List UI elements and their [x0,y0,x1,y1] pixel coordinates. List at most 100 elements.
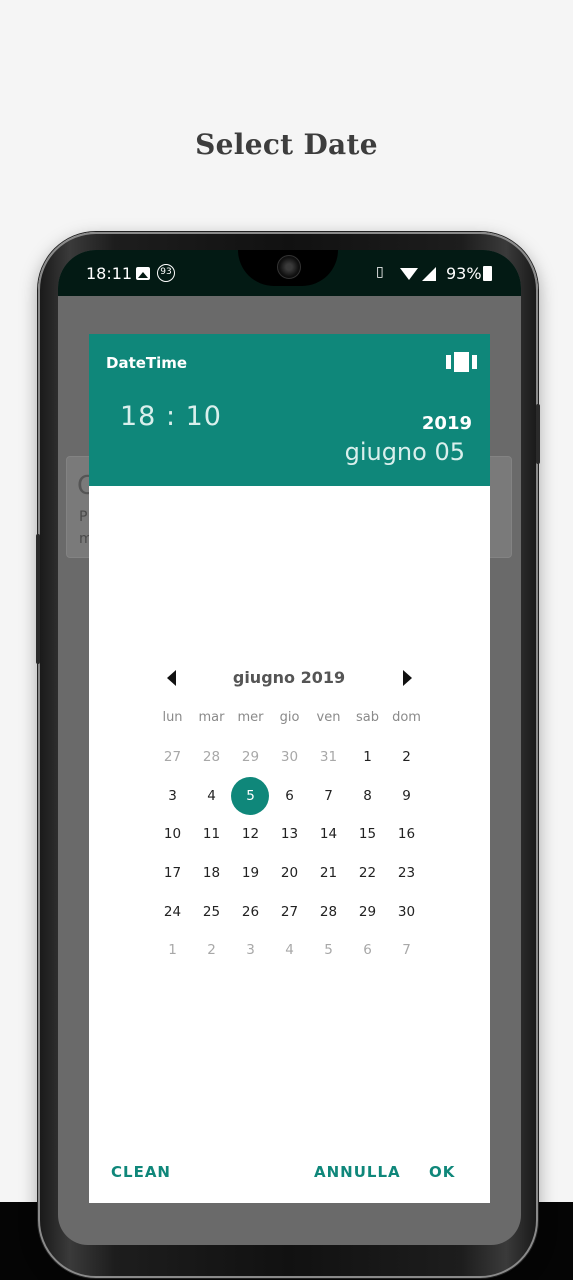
calendar-day-label: 19 [241,865,260,882]
calendar-day[interactable]: 27 [270,893,309,931]
calendar-day-label: 3 [168,787,177,804]
calendar-day[interactable]: 22 [348,854,387,892]
calendar-day-label: 8 [363,787,372,804]
calendar-day[interactable]: 6 [348,931,387,969]
calendar-week-row: 17 18 19 20 21 22 23 [153,854,426,893]
calendar-day-label: 9 [402,787,411,804]
calendar-day[interactable]: 17 [153,854,192,892]
calendar-day[interactable]: 1 [153,931,192,969]
calendar-day[interactable]: 28 [192,738,231,776]
calendar-day[interactable]: 26 [231,893,270,931]
view-toggle-icon[interactable] [446,352,477,372]
calendar-day[interactable]: 23 [387,854,426,892]
calendar-day-label: 2 [402,749,411,766]
notification-badge-icon: 93 [157,264,175,282]
calendar-day-label: 22 [358,865,377,882]
calendar-day-label: 2 [207,942,216,959]
calendar-day[interactable]: 21 [309,854,348,892]
calendar-day-label: 25 [202,903,221,920]
calendar-day[interactable]: 10 [153,815,192,853]
calendar-day[interactable]: 6 [270,777,309,815]
calendar-week-row: 1 2 3 4 5 6 7 [153,931,426,970]
calendar-day[interactable]: 15 [348,815,387,853]
calendar-day[interactable]: 11 [192,815,231,853]
calendar-day-label: 27 [163,749,182,766]
ok-button[interactable]: OK [429,1163,455,1181]
calendar-day-selected[interactable]: 5 [231,776,270,815]
calendar-day[interactable]: 7 [309,777,348,815]
selected-time[interactable]: 18 : 10 [120,401,222,432]
calendar-day[interactable]: 31 [309,738,348,776]
selected-year[interactable]: 2019 [422,413,472,434]
calendar-day[interactable]: 30 [387,893,426,931]
calendar-day[interactable]: 4 [270,931,309,969]
calendar-day-label: 16 [397,826,416,843]
calendar-day[interactable]: 20 [270,854,309,892]
calendar-day[interactable]: 24 [153,893,192,931]
vibrate-icon: ▯ [376,264,384,280]
weekday-label: ven [316,710,341,726]
calendar-day[interactable]: 16 [387,815,426,853]
calendar-month-label: giugno 2019 [232,668,346,687]
calendar-day[interactable]: 29 [231,738,270,776]
signal-icon [422,267,436,281]
calendar-day-label: 29 [358,903,377,920]
selected-date[interactable]: giugno 05 [345,438,465,466]
calendar-day[interactable]: 14 [309,815,348,853]
calendar-day[interactable]: 1 [348,738,387,776]
dialog-header: DateTime 18 : 10 2019 giugno 05 [89,334,490,486]
weekday-label: mer [237,710,264,726]
weekday-label: mar [198,710,225,726]
calendar-day[interactable]: 30 [270,738,309,776]
wifi-icon [400,268,418,280]
calendar-day-label: 6 [285,787,294,804]
datetime-dialog: DateTime 18 : 10 2019 giugno 05 giugno 2… [89,334,490,1203]
prev-month-icon[interactable] [167,670,176,686]
calendar-day[interactable]: 28 [309,893,348,931]
calendar-day-label: 14 [319,826,338,843]
calendar-day[interactable]: 5 [309,931,348,969]
status-time: 18:11 [86,264,133,283]
calendar-day[interactable]: 3 [153,777,192,815]
weekday-label: dom [392,710,421,726]
calendar-day[interactable]: 27 [153,738,192,776]
weekday-label: gio [279,710,300,726]
calendar-day[interactable]: 12 [231,815,270,853]
cancel-button[interactable]: ANNULLA [314,1163,401,1181]
calendar-day-label: 27 [280,903,299,920]
calendar-day-label: 1 [363,749,372,766]
calendar-day-label: 17 [163,865,182,882]
calendar-day[interactable]: 4 [192,777,231,815]
calendar-day[interactable]: 2 [192,931,231,969]
clean-button[interactable]: CLEAN [111,1163,171,1181]
calendar-day[interactable]: 8 [348,777,387,815]
calendar-day-label: 31 [319,749,338,766]
calendar-day[interactable]: 13 [270,815,309,853]
calendar-day-label: 24 [163,903,182,920]
calendar-day-label: 28 [319,903,338,920]
calendar-day-label: 12 [241,826,260,843]
calendar-day-label: 21 [319,865,338,882]
calendar-day-label: 7 [402,942,411,959]
calendar-day-label: 30 [397,903,416,920]
calendar-day[interactable]: 18 [192,854,231,892]
calendar-day[interactable]: 19 [231,854,270,892]
calendar-day-label: 7 [324,787,333,804]
calendar-day-label: 5 [324,942,333,959]
calendar-day[interactable]: 2 [387,738,426,776]
calendar-day-label: 11 [202,826,221,843]
next-month-icon[interactable] [403,670,412,686]
power-button [536,404,540,464]
weekday-label: sab [356,710,379,726]
calendar-day-label: 18 [202,865,221,882]
calendar-day-label: 4 [285,942,294,959]
calendar-week-row: 24 25 26 27 28 29 30 [153,892,426,931]
phone-screen: 18:11 93 ▯ 93% C P m DateTime 18 : 10 20… [58,250,521,1245]
calendar-day[interactable]: 9 [387,777,426,815]
calendar-day[interactable]: 25 [192,893,231,931]
calendar-day[interactable]: 7 [387,931,426,969]
calendar-day[interactable]: 29 [348,893,387,931]
calendar-week-row: 3 4 5 6 7 8 9 [153,776,426,815]
calendar-week-row: 10 11 12 13 14 15 16 [153,815,426,854]
calendar-day[interactable]: 3 [231,931,270,969]
